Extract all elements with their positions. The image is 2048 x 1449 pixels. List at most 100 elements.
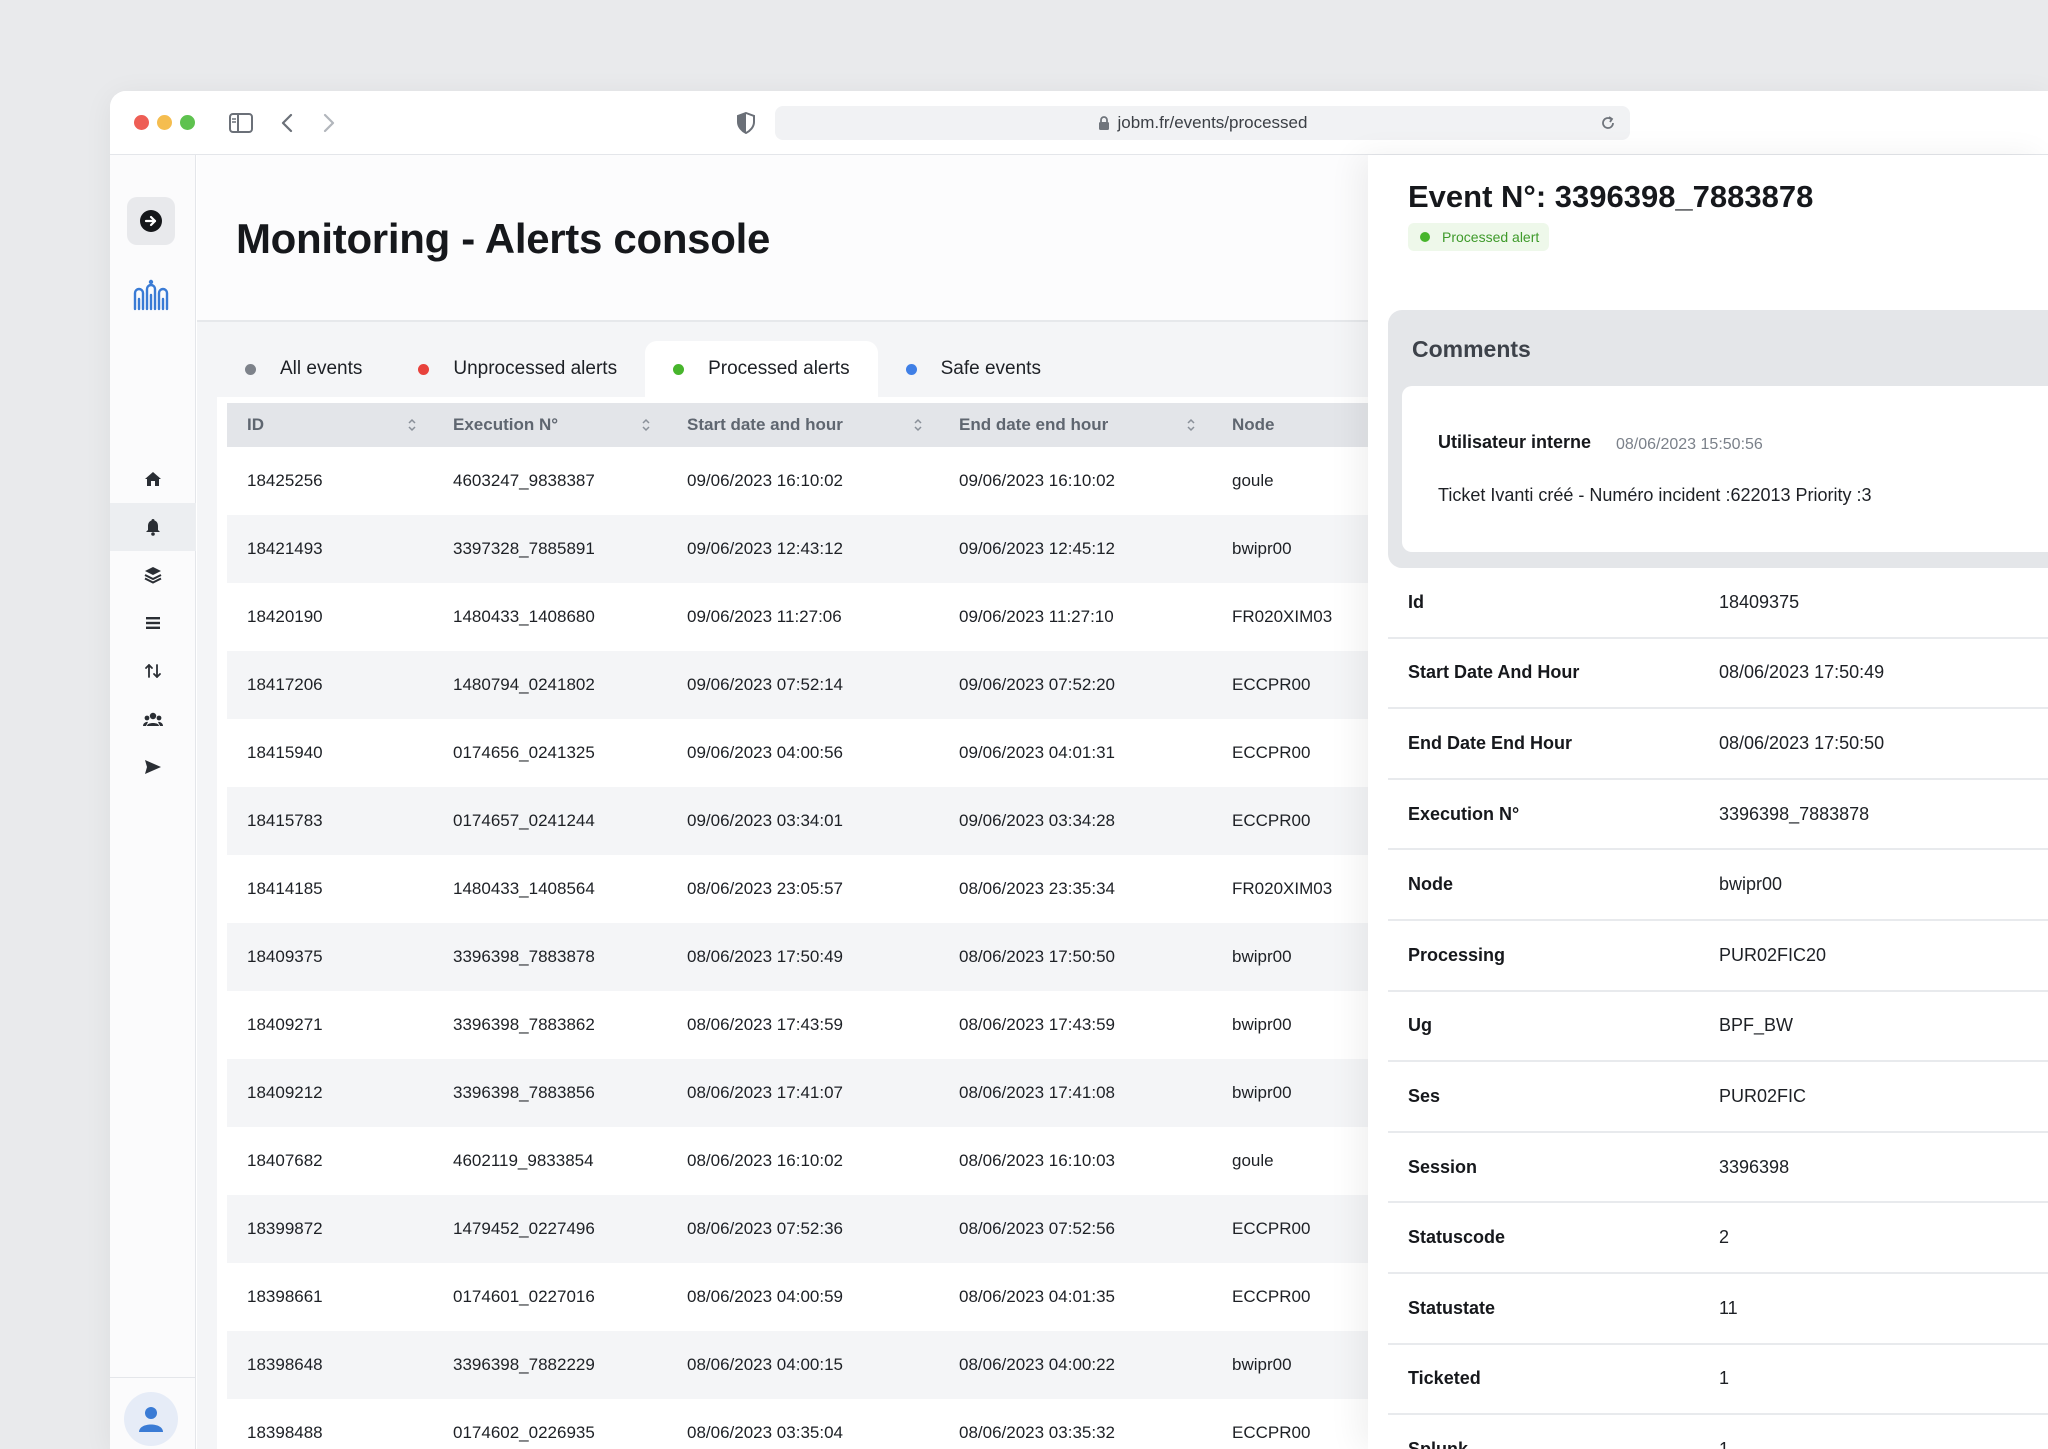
event-title: Event N°: 3396398_7883878: [1408, 179, 1814, 214]
browser-toolbar: jobm.fr/events/processed: [110, 91, 2048, 155]
cell-end: 08/06/2023 07:52:56: [939, 1195, 1212, 1263]
detail-value: PUR02FIC: [1719, 1085, 1807, 1106]
user-avatar[interactable]: [124, 1392, 178, 1446]
detail-value: 3396398: [1719, 1156, 1790, 1177]
detail-key: Node: [1408, 874, 1453, 895]
tab-label: Unprocessed alerts: [453, 358, 618, 379]
detail-key: End Date End Hour: [1408, 732, 1573, 753]
tab-safe-events[interactable]: Safe events: [878, 341, 1069, 397]
cell-end: 08/06/2023 04:01:35: [959, 1287, 1115, 1306]
collapse-sidebar-button[interactable]: [127, 197, 175, 245]
cell-id: 18398661: [247, 1287, 323, 1306]
table-row[interactable]: 18398661 0174601_0227016 08/06/2023 04:00:…: [227, 1263, 1378, 1331]
sort-icon[interactable]: [1186, 417, 1196, 437]
cell-id: 18420190: [247, 607, 323, 626]
tab-processed-alerts[interactable]: Processed alerts: [645, 341, 878, 397]
cell-node: ECCPR00: [1232, 1423, 1311, 1442]
cell-id: 18398648: [227, 1331, 433, 1399]
cell-start: 09/06/2023 07:52:14: [667, 651, 939, 719]
detail-value: 11: [1719, 1297, 1738, 1318]
sort-icon[interactable]: [407, 417, 417, 437]
detail-key: Statuscode: [1408, 1227, 1506, 1248]
cell-node: ECCPR00: [1212, 1195, 1378, 1263]
detail-row: Session 3396398: [1388, 1133, 2048, 1204]
forward-arrow-icon[interactable]: [316, 110, 342, 136]
nav-users[interactable]: [110, 695, 196, 743]
minimize-window-button[interactable]: [157, 115, 172, 130]
cell-execution: 3396398_7883856: [433, 1059, 667, 1127]
sort-icon[interactable]: [913, 417, 923, 437]
table-row[interactable]: 18409212 3396398_7883856 08/06/2023 17:41:…: [227, 1059, 1378, 1127]
table-row[interactable]: 18398648 3396398_7882229 08/06/2023 04:00:…: [227, 1331, 1378, 1399]
address-bar[interactable]: jobm.fr/events/processed: [775, 106, 1630, 140]
back-arrow-icon[interactable]: [274, 110, 300, 136]
detail-key: Start Date And Hour: [1408, 662, 1580, 683]
table-row[interactable]: 18417206 1480794_0241802 09/06/2023 07:52:…: [227, 651, 1378, 719]
detail-row: Processing PUR02FIC20: [1388, 921, 2048, 992]
table-row[interactable]: 18415783 0174657_0241244 09/06/2023 03:34:…: [227, 787, 1378, 855]
nav-layers[interactable]: [110, 551, 196, 599]
cell-execution: 1480794_0241802: [433, 651, 667, 719]
comment-text: Ticket Ivanti créé - Numéro incident :62…: [1438, 485, 1872, 505]
comment-card: Utilisateur interne 08/06/2023 15:50:56 …: [1402, 386, 2048, 552]
table-row[interactable]: 18407682 4602119_9833854 08/06/2023 16:10:…: [227, 1127, 1378, 1195]
user-icon: [139, 1407, 163, 1432]
cell-start: 09/06/2023 12:43:12: [667, 515, 939, 583]
cell-execution: 3396398_7883878: [433, 923, 667, 991]
cell-end: 08/06/2023 17:43:59: [959, 1015, 1115, 1034]
tab-all-events[interactable]: All events: [217, 341, 390, 397]
cell-node: bwipr00: [1212, 1331, 1378, 1399]
column-header-id[interactable]: ID: [227, 403, 433, 447]
column-header-node[interactable]: Node: [1212, 403, 1378, 447]
column-header-execution[interactable]: Execution N°: [433, 403, 667, 447]
detail-key: Statustate: [1408, 1297, 1496, 1318]
column-header-start-date[interactable]: Start date and hour: [667, 403, 939, 447]
cell-end: 08/06/2023 17:50:50: [939, 923, 1212, 991]
reload-icon[interactable]: [1598, 113, 1618, 133]
status-dot: [905, 363, 917, 375]
tab-unprocessed-alerts[interactable]: Unprocessed alerts: [390, 341, 645, 397]
nav-transfers[interactable]: [110, 647, 196, 695]
cell-start: 08/06/2023 17:50:49: [667, 923, 939, 991]
nav-alerts[interactable]: [110, 503, 196, 551]
cell-execution: 4602119_9833854: [453, 1151, 594, 1170]
tab-label: Processed alerts: [708, 358, 850, 379]
cell-execution: 4603247_9838387: [453, 471, 595, 490]
cell-execution: 0174656_0241325: [453, 743, 595, 762]
maximize-window-button[interactable]: [180, 115, 195, 130]
nav-list[interactable]: [110, 599, 196, 647]
table-row[interactable]: 18420190 1480433_1408680 09/06/2023 11:27:…: [227, 583, 1378, 651]
sort-icon[interactable]: [641, 417, 651, 437]
status-dot: [1420, 232, 1430, 242]
sidebar-toggle-icon[interactable]: [228, 110, 254, 136]
table-header-row: ID Execution N° Start date and hour End …: [227, 403, 1378, 447]
close-window-button[interactable]: [134, 115, 149, 130]
cell-start: 08/06/2023 23:05:57: [687, 879, 843, 898]
cell-end: 08/06/2023 17:41:08: [939, 1059, 1212, 1127]
events-table-container: ID Execution N° Start date and hour End …: [217, 397, 1378, 1449]
table-row[interactable]: 18414185 1480433_1408564 08/06/2023 23:05:…: [227, 855, 1378, 923]
table-row[interactable]: 18409375 3396398_7883878 08/06/2023 17:50:…: [227, 923, 1378, 991]
nav-send[interactable]: [110, 743, 196, 791]
detail-row: Statuscode 2: [1388, 1203, 2048, 1274]
table-row[interactable]: 18425256 4603247_9838387 09/06/2023 16:10:…: [227, 447, 1378, 515]
cell-start: 08/06/2023 16:10:02: [687, 1151, 843, 1170]
column-header-end-date[interactable]: End date end hour: [939, 403, 1212, 447]
detail-row: Execution N° 3396398_7883878: [1388, 780, 2048, 851]
nav-home[interactable]: [110, 455, 196, 503]
table-row[interactable]: 18415940 0174656_0241325 09/06/2023 04:00:…: [227, 719, 1378, 787]
detail-key: Ticketed: [1408, 1368, 1481, 1389]
table-row[interactable]: 18409271 3396398_7883862 08/06/2023 17:43:…: [227, 991, 1378, 1059]
events-table: ID Execution N° Start date and hour End …: [227, 403, 1378, 1449]
cell-start: 09/06/2023 16:10:02: [687, 471, 843, 490]
shield-icon[interactable]: [733, 110, 759, 136]
cell-node: bwipr00: [1212, 923, 1378, 991]
table-row[interactable]: 18399872 1479452_0227496 08/06/2023 07:52:…: [227, 1195, 1378, 1263]
comment-date: 08/06/2023 15:50:56: [1616, 436, 1763, 453]
table-row[interactable]: 18421493 3397328_7885891 09/06/2023 12:43:…: [227, 515, 1378, 583]
table-row[interactable]: 18398488 0174602_0226935 08/06/2023 03:35:…: [227, 1399, 1378, 1449]
cell-node: FR020XIM03: [1232, 607, 1333, 626]
cell-execution: 1480433_1408564: [453, 879, 595, 898]
event-tabs: All events Unprocessed alerts Processed …: [217, 341, 1069, 397]
cell-id: 18421493: [227, 515, 433, 583]
